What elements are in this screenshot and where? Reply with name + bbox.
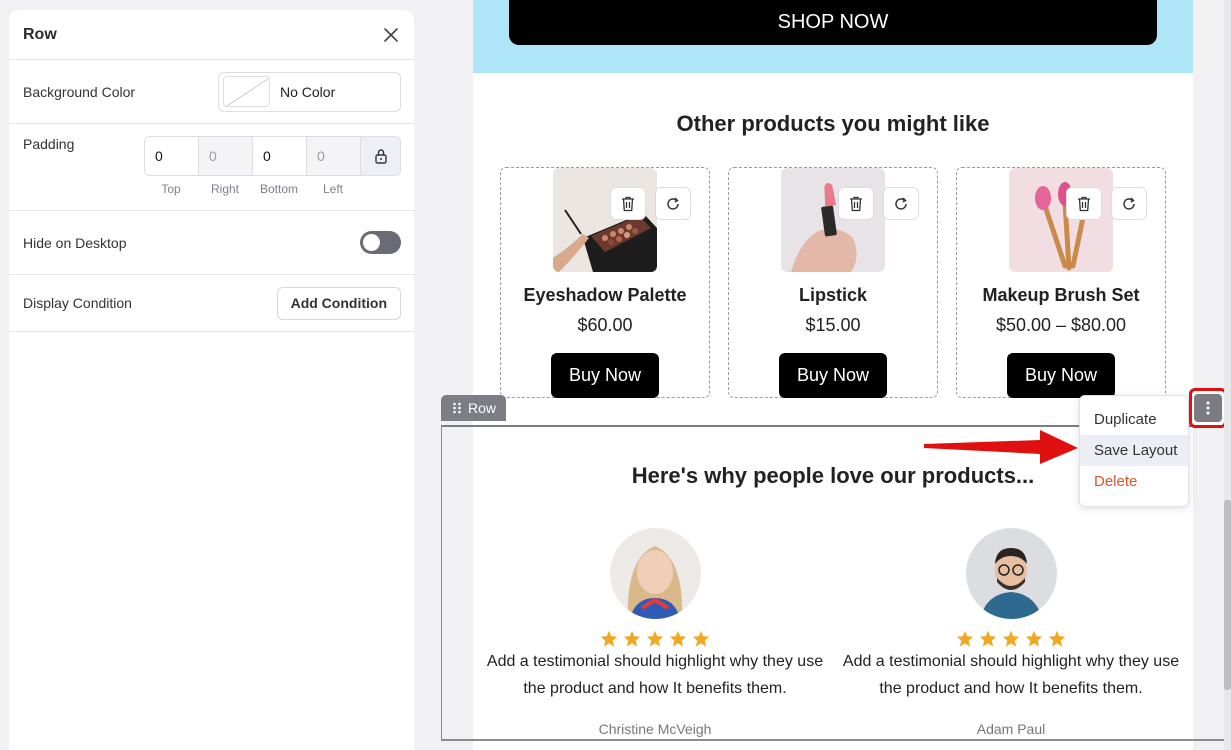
lock-icon[interactable]	[361, 137, 400, 175]
trash-icon[interactable]	[1066, 187, 1102, 220]
padding-bottom-input[interactable]: 0	[253, 137, 307, 175]
panel-header: Row	[9, 10, 414, 60]
add-condition-button[interactable]: Add Condition	[276, 286, 401, 320]
display-condition-setting: Display Condition Add Condition	[9, 275, 414, 332]
padding-label: Padding	[23, 136, 75, 152]
shop-now-button[interactable]: SHOP NOW	[509, 0, 1157, 45]
product-card[interactable]: Makeup Brush Set $50.00 – $80.00 Buy Now	[956, 167, 1166, 398]
product-name: Lipstick	[798, 285, 868, 305]
menu-item-save-layout[interactable]: Save Layout	[1080, 435, 1188, 466]
close-icon[interactable]	[382, 26, 400, 44]
hide-on-desktop-toggle[interactable]	[360, 231, 401, 254]
makeup-brush-set-image	[1009, 168, 1113, 272]
hero-section: SHOP NOW	[473, 0, 1193, 73]
product-price: $50.00 – $80.00	[995, 315, 1127, 335]
hide-on-desktop-label: Hide on Desktop	[23, 234, 127, 251]
scroll-thumb[interactable]	[1224, 500, 1231, 690]
product-price: $60.00	[577, 315, 633, 335]
lipstick-image	[781, 168, 885, 272]
padding-bottom-label: Bottom	[259, 182, 298, 196]
row-tag-label: Row	[468, 400, 497, 416]
product-card[interactable]: Lipstick $15.00 Buy Now	[728, 167, 938, 398]
row-settings-panel: Row Background Color No Color Padding 0 …	[9, 10, 414, 750]
hide-on-desktop-setting: Hide on Desktop	[9, 211, 414, 275]
trash-icon[interactable]	[610, 187, 646, 220]
replace-image-icon[interactable]	[655, 187, 691, 220]
row-tag[interactable]: Row	[441, 395, 506, 421]
row-options-button[interactable]	[1189, 388, 1227, 428]
more-vertical-icon	[1194, 394, 1222, 422]
panel-title: Row	[23, 25, 57, 43]
toggle-knob	[363, 234, 380, 251]
buy-now-button[interactable]: Buy Now	[1007, 353, 1115, 398]
no-color-swatch	[223, 76, 270, 107]
background-color-picker[interactable]: No Color	[218, 71, 401, 112]
product-price: $15.00	[805, 315, 861, 335]
product-name: Eyeshadow Palette	[523, 285, 687, 305]
product-card[interactable]: Eyeshadow Palette $60.00 Buy Now	[500, 167, 710, 398]
padding-left-input[interactable]: 0	[307, 137, 361, 175]
background-color-setting: Background Color No Color	[9, 60, 414, 124]
menu-item-duplicate[interactable]: Duplicate	[1080, 404, 1188, 435]
display-condition-label: Display Condition	[23, 295, 132, 311]
background-color-value: No Color	[280, 83, 336, 100]
buy-now-button[interactable]: Buy Now	[779, 353, 887, 398]
padding-left-label: Left	[322, 182, 343, 196]
padding-right-input[interactable]: 0	[199, 137, 253, 175]
trash-icon[interactable]	[838, 187, 874, 220]
buy-now-button[interactable]: Buy Now	[551, 353, 659, 398]
products-section-title: Other products you might like	[676, 111, 990, 136]
background-color-label: Background Color	[23, 83, 136, 100]
padding-setting: Padding 0 0 0 0 Top Right Bottom Left	[9, 124, 414, 211]
padding-right-label: Right	[210, 182, 239, 196]
annotation-arrow-icon	[924, 430, 1078, 464]
product-name: Makeup Brush Set	[982, 285, 1140, 305]
padding-top-input[interactable]: 0	[145, 137, 199, 175]
row-context-menu: Duplicate Save Layout Delete	[1079, 395, 1189, 507]
page-scrollbar[interactable]	[1224, 0, 1231, 750]
padding-top-label: Top	[161, 182, 181, 196]
menu-item-delete[interactable]: Delete	[1080, 466, 1188, 497]
replace-image-icon[interactable]	[1111, 187, 1147, 220]
eyeshadow-palette-image	[553, 168, 657, 272]
padding-inputs: 0 0 0 0 Top Right Bottom Left	[144, 136, 401, 196]
replace-image-icon[interactable]	[883, 187, 919, 220]
drag-handle-icon	[453, 402, 461, 414]
